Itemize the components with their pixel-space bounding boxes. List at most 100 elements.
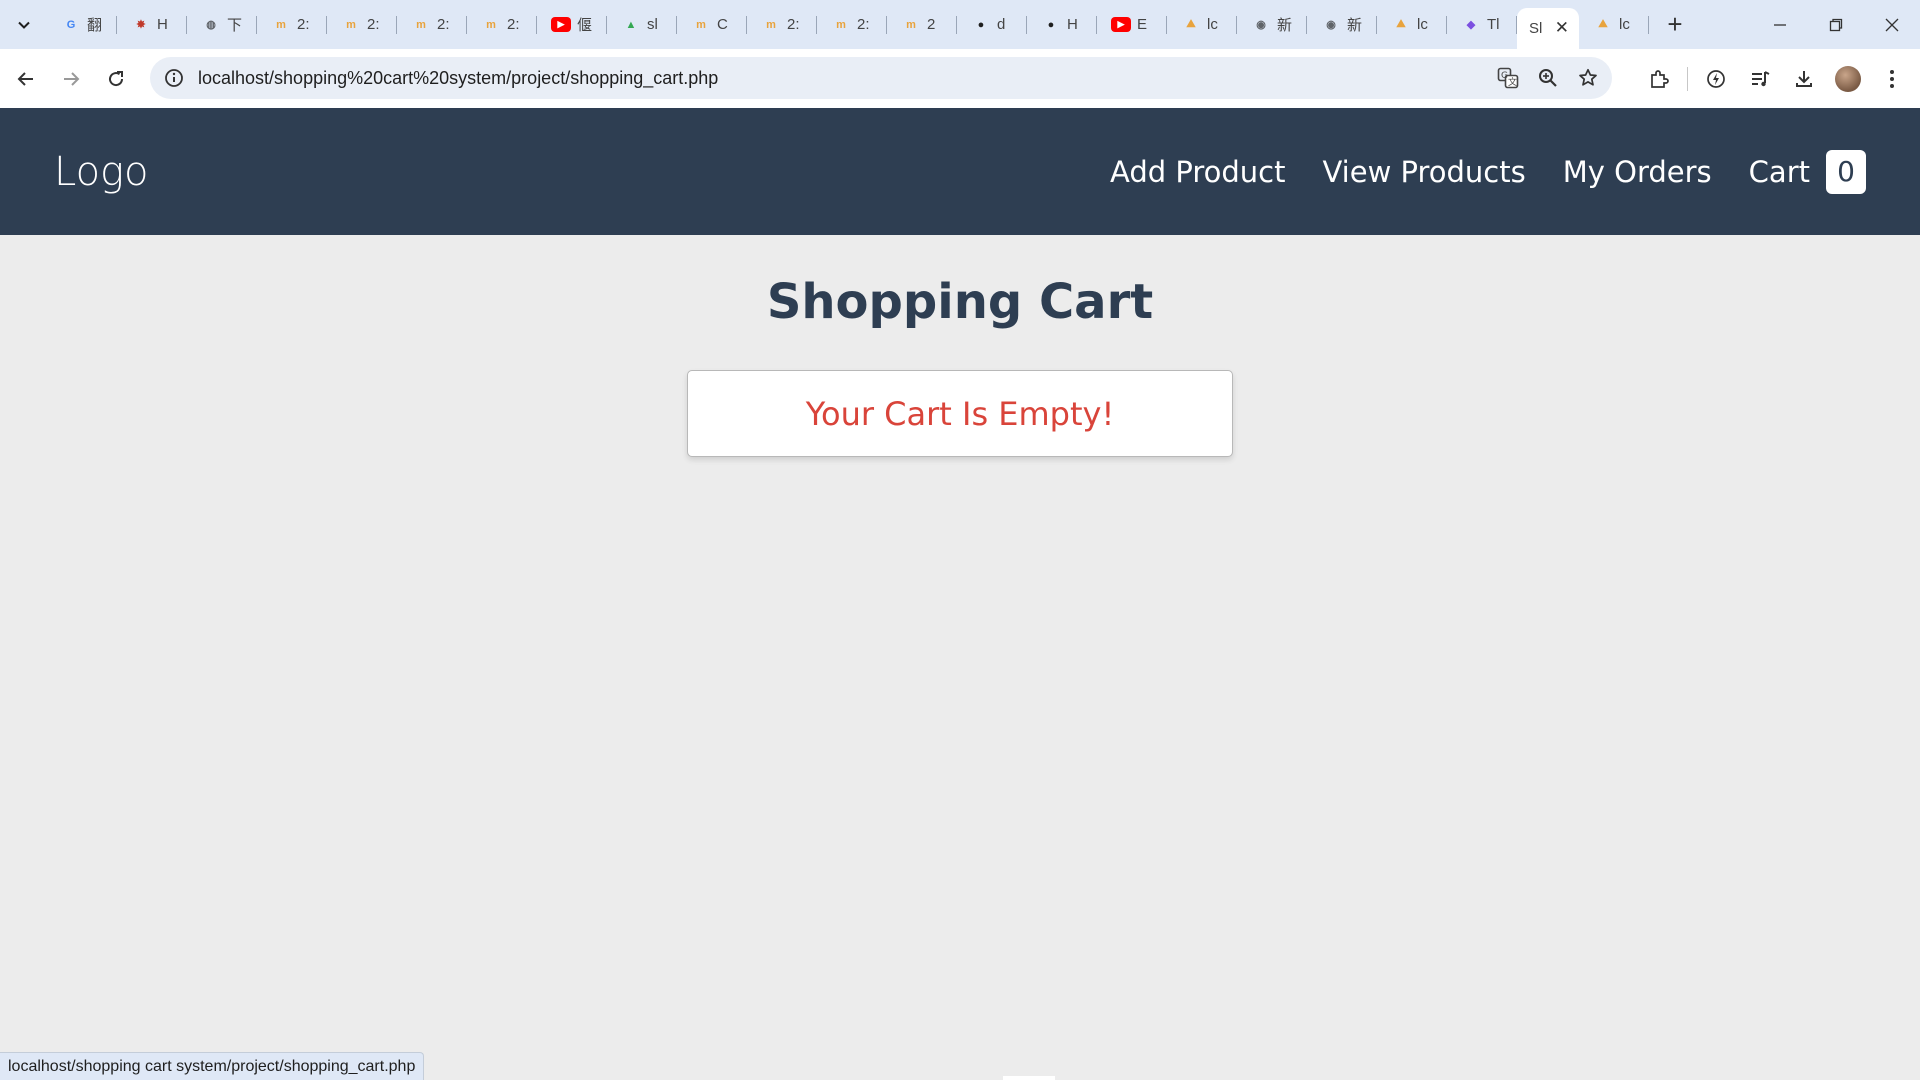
forward-button[interactable] — [52, 60, 90, 98]
reload-button[interactable] — [97, 60, 135, 98]
profile-avatar[interactable] — [1830, 61, 1866, 97]
pma-icon: ⛰ — [1186, 18, 1196, 30]
cart-count-badge: 0 — [1826, 149, 1866, 194]
browser-tabstrip: G 翻 ✸ H ◍ 下 m 2: m 2: m 2: m 2: ▶ 偃 ▲ sl m Cm 2: m 2: m 2 ● d ● H ▶ E ⛰… — [0, 0, 1920, 49]
reload-icon — [109, 70, 124, 86]
minimize-button[interactable] — [1752, 0, 1808, 49]
status-bar: localhost/shopping cart system/project/s… — [0, 1052, 425, 1080]
nav-my-orders[interactable]: My Orders — [1563, 155, 1712, 189]
m-icon: m — [696, 18, 706, 31]
window-controls — [1752, 0, 1920, 49]
web-page: Logo Add Product View Products My Orders… — [0, 108, 1920, 1080]
pma-icon: ⛰ — [1598, 18, 1608, 30]
tab-item[interactable]: m 2: — [747, 0, 817, 49]
close-icon — [1885, 18, 1899, 31]
page-title: Shopping Cart — [766, 274, 1154, 330]
tab-title: lc — [1619, 16, 1630, 33]
extensions-icon[interactable] — [1641, 61, 1677, 97]
m-icon: m — [416, 18, 426, 31]
tab-title: 新 — [1347, 17, 1363, 34]
tab-title: 2: — [367, 16, 380, 33]
address-bar[interactable]: localhost/shopping%20cart%20system/proje… — [150, 57, 1612, 99]
menu-kebab-icon[interactable] — [1874, 61, 1910, 97]
tab-item[interactable]: m 2: — [257, 0, 327, 49]
browser-toolbar: localhost/shopping%20cart%20system/proje… — [0, 49, 1920, 108]
tab-item[interactable]: ✸ H — [117, 0, 187, 49]
m-icon: m — [486, 18, 496, 31]
tab-item[interactable]: mC — [677, 0, 747, 49]
tab-item[interactable]: m 2: — [327, 0, 397, 49]
tab-title: d — [997, 16, 1006, 33]
site-nav: Add Product View Products My Orders Cart… — [1073, 108, 1866, 235]
tab-item[interactable]: ◉ 新 — [1237, 0, 1307, 49]
tab-item[interactable]: ◍ 下 — [187, 0, 257, 49]
minimize-icon — [1774, 23, 1786, 26]
tab-title: 新 — [1277, 17, 1293, 34]
close-window-button[interactable] — [1864, 0, 1920, 49]
tailwind-icon: ◆ — [1466, 19, 1476, 31]
tab-item[interactable]: ⛰ lc — [1377, 0, 1447, 49]
tab-title: 2 — [927, 16, 936, 33]
restore-icon — [1829, 18, 1843, 31]
tab-item[interactable]: m 2: — [467, 0, 537, 49]
tab-title: Sl — [1529, 20, 1543, 37]
tab-search-button[interactable] — [7, 8, 41, 42]
youtube-icon: ▶ — [1111, 17, 1131, 32]
m-icon: m — [276, 18, 286, 31]
tab-title: lc — [1207, 16, 1218, 33]
m-icon: m — [906, 18, 916, 31]
arrow-left-icon — [17, 71, 33, 86]
tab-item[interactable]: m 2: — [817, 0, 887, 49]
google-icon: G — [66, 18, 76, 31]
tab-item[interactable]: ⛰ lc — [1579, 0, 1649, 49]
new-tab-button[interactable]: + — [1657, 7, 1693, 43]
bookmark-star-icon[interactable] — [1574, 64, 1602, 92]
svg-text:G: G — [1501, 71, 1508, 81]
tab-list: G 翻 ✸ H ◍ 下 m 2: m 2: m 2: m 2: ▶ 偃 ▲ sl m Cm 2: m 2: m 2 ● d ● H ▶ E ⛰… — [47, 0, 1517, 49]
chrome-icon: ◉ — [1256, 19, 1266, 31]
nav-cart[interactable]: Cart 0 — [1749, 149, 1866, 194]
tab-title: 偃 — [577, 17, 593, 34]
media-control-icon[interactable] — [1742, 61, 1778, 97]
url-text[interactable]: localhost/shopping%20cart%20system/proje… — [198, 68, 718, 89]
site-header: Logo Add Product View Products My Orders… — [0, 108, 1920, 235]
site-info-icon[interactable] — [154, 68, 194, 88]
restore-button[interactable] — [1808, 0, 1864, 49]
tab-item[interactable]: ● H — [1027, 0, 1097, 49]
m-icon: m — [766, 18, 776, 31]
tab-item[interactable]: ⛰ lc — [1167, 0, 1237, 49]
tab-item[interactable]: ● d — [957, 0, 1027, 49]
m-icon: m — [346, 18, 356, 31]
tab-item[interactable]: G翻 — [47, 0, 117, 49]
download-icon[interactable] — [1786, 61, 1822, 97]
tab-item[interactable]: ▶ 偃 — [537, 0, 607, 49]
chrome-icon: ◉ — [1326, 19, 1336, 31]
tab-title: C — [717, 16, 728, 33]
tab-item[interactable]: m 2: — [397, 0, 467, 49]
translate-icon[interactable]: G文 — [1494, 64, 1522, 92]
performance-icon[interactable] — [1698, 61, 1734, 97]
tab-active[interactable]: Sl ✕ — [1517, 8, 1579, 49]
tab-item[interactable]: m2 — [887, 0, 957, 49]
youtube-icon: ▶ — [551, 17, 571, 32]
tab-title: sl — [647, 16, 658, 33]
github-icon: ● — [977, 18, 985, 31]
tab-item[interactable]: ◆ Tl — [1447, 0, 1517, 49]
zoom-icon[interactable] — [1534, 64, 1562, 92]
tab-item[interactable]: ▲ sl — [607, 0, 677, 49]
toolbar-divider — [1687, 66, 1688, 91]
site-logo[interactable]: Logo — [54, 149, 149, 195]
tab-item[interactable]: ▶ E — [1097, 0, 1167, 49]
drive-icon: ▲ — [625, 18, 637, 31]
chevron-down-icon — [18, 21, 30, 29]
nav-view-products[interactable]: View Products — [1322, 155, 1525, 189]
close-icon[interactable]: ✕ — [1555, 18, 1569, 38]
empty-cart-box: Your Cart Is Empty! — [687, 370, 1233, 457]
tab-title: 2: — [437, 16, 450, 33]
github-icon: ● — [1047, 18, 1055, 31]
tab-item[interactable]: ◉ 新 — [1307, 0, 1377, 49]
tab-title: 下 — [227, 17, 243, 34]
nav-add-product[interactable]: Add Product — [1110, 155, 1285, 189]
back-button[interactable] — [7, 60, 45, 98]
tab-title: 2: — [297, 16, 310, 33]
